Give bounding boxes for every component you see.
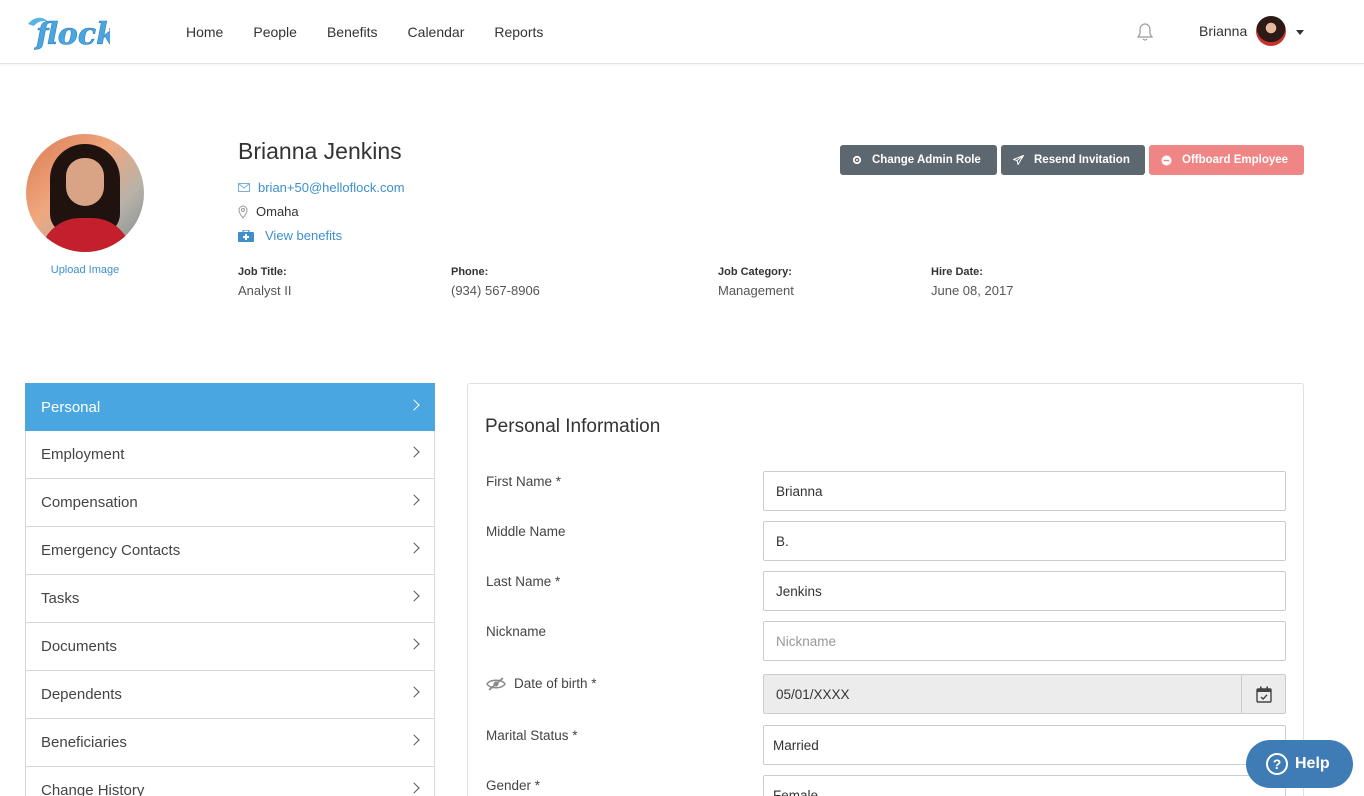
email-line[interactable]: brian+50@helloflock.com (238, 180, 405, 195)
sidebar-item-tasks[interactable]: Tasks (25, 575, 435, 623)
top-navbar: flock Home People Benefits Calendar Repo… (0, 0, 1364, 64)
profile-sidebar: Personal Employment Compensation Emergen… (25, 383, 435, 796)
benefits-line[interactable]: View benefits (238, 228, 342, 243)
last-name-label: Last Name * (486, 574, 561, 589)
question-circle-icon: ? (1266, 753, 1288, 775)
dob-label: Date of birth * (514, 676, 597, 691)
meta-value: (934) 567-8906 (451, 283, 540, 298)
minus-circle-icon (1161, 155, 1172, 165)
location-text: Omaha (256, 204, 299, 219)
sidebar-item-personal[interactable]: Personal (25, 383, 435, 431)
logo-text: flock (34, 17, 110, 52)
user-avatar[interactable] (1256, 16, 1286, 46)
sidebar-item-documents[interactable]: Documents (25, 623, 435, 671)
meta-value: Analyst II (238, 283, 292, 298)
chevron-right-icon (408, 782, 420, 794)
sidebar-item-label: Employment (41, 446, 125, 463)
sidebar-item-label: Personal (41, 398, 101, 416)
chevron-right-icon (408, 686, 420, 698)
sidebar-item-compensation[interactable]: Compensation (25, 479, 435, 527)
personal-information-panel: Personal Information First Name * Middle… (467, 383, 1304, 796)
gender-label: Gender * (486, 778, 541, 793)
chevron-right-icon (408, 446, 420, 458)
nickname-field[interactable] (763, 621, 1286, 661)
gender-select[interactable]: Female (763, 775, 1286, 796)
chevron-right-icon (408, 494, 420, 506)
sidebar-item-beneficiaries[interactable]: Beneficiaries (25, 719, 435, 767)
nav-reports[interactable]: Reports (494, 0, 543, 64)
middle-name-field[interactable] (763, 521, 1286, 561)
sidebar-item-change-history[interactable]: Change History (25, 767, 435, 796)
date-of-birth-field[interactable] (763, 674, 1286, 714)
employee-name: Brianna Jenkins (238, 138, 402, 164)
button-label: Change Admin Role (872, 154, 981, 166)
nickname-label: Nickname (486, 624, 547, 639)
nav-home[interactable]: Home (186, 0, 223, 64)
nav-people[interactable]: People (253, 0, 297, 64)
sidebar-item-label: Change History (41, 782, 145, 796)
chevron-right-icon (408, 542, 420, 554)
first-name-label: First Name * (486, 474, 562, 489)
sidebar-item-label: Documents (41, 638, 117, 655)
profile-avatar (26, 134, 144, 252)
help-button[interactable]: ? Help (1246, 740, 1353, 788)
change-admin-role-button[interactable]: Change Admin Role (840, 145, 997, 175)
chevron-down-icon[interactable] (1296, 30, 1304, 35)
medical-kit-icon (238, 229, 254, 242)
meta-label: Hire Date: (931, 266, 983, 278)
sidebar-item-label: Tasks (41, 590, 80, 607)
meta-value: Management (718, 283, 794, 298)
button-label: Offboard Employee (1182, 154, 1289, 166)
upload-image-link[interactable]: Upload Image (26, 264, 144, 276)
eye-slash-icon[interactable] (486, 676, 506, 691)
nav-benefits[interactable]: Benefits (327, 0, 378, 64)
help-label: Help (1295, 755, 1330, 772)
chevron-right-icon (408, 638, 420, 650)
view-benefits-link[interactable]: View benefits (265, 228, 342, 243)
sidebar-item-label: Compensation (41, 494, 138, 511)
meta-label: Phone: (451, 266, 489, 278)
sidebar-item-employment[interactable]: Employment (25, 431, 435, 479)
first-name-field[interactable] (763, 471, 1286, 511)
sidebar-item-label: Beneficiaries (41, 734, 127, 751)
email-link[interactable]: brian+50@helloflock.com (258, 180, 405, 195)
nav-calendar[interactable]: Calendar (408, 0, 465, 64)
meta-hire-date: Hire Date: June 08, 2017 (931, 266, 1013, 298)
resend-invitation-button[interactable]: Resend Invitation (1001, 145, 1145, 175)
location-line: Omaha (238, 204, 299, 219)
select-value: Married (773, 737, 819, 753)
sidebar-item-emergency-contacts[interactable]: Emergency Contacts (25, 527, 435, 575)
chevron-right-icon (408, 590, 420, 602)
main-nav: Home People Benefits Calendar Reports (186, 0, 573, 64)
panel-title: Personal Information (485, 416, 661, 437)
meta-label: Job Title: (238, 266, 287, 278)
select-value: Female (773, 787, 819, 796)
meta-phone: Phone: (934) 567-8906 (451, 266, 540, 298)
meta-label: Job Category: (718, 266, 792, 278)
user-name[interactable]: Brianna (1199, 23, 1247, 39)
last-name-field[interactable] (763, 571, 1286, 611)
meta-value: June 08, 2017 (931, 283, 1014, 298)
marital-status-select[interactable]: Married (763, 725, 1286, 765)
chevron-right-icon (408, 399, 420, 411)
envelope-icon (238, 183, 250, 192)
button-label: Resend Invitation (1034, 154, 1130, 166)
meta-job-category: Job Category: Management (718, 266, 794, 298)
paper-plane-icon (1013, 155, 1024, 165)
marital-status-label: Marital Status * (486, 728, 578, 743)
calendar-check-icon (1256, 686, 1272, 703)
dob-label-row: Date of birth * (486, 676, 597, 691)
sidebar-item-label: Dependents (41, 686, 122, 703)
gear-icon (852, 155, 862, 165)
meta-job-title: Job Title: Analyst II (238, 266, 291, 298)
bell-icon[interactable] (1136, 22, 1154, 42)
offboard-employee-button[interactable]: Offboard Employee (1149, 145, 1304, 175)
middle-name-label: Middle Name (486, 524, 566, 539)
date-picker-button[interactable] (1241, 674, 1286, 714)
sidebar-item-label: Emergency Contacts (41, 542, 181, 559)
map-pin-icon (238, 205, 248, 219)
chevron-right-icon (408, 734, 420, 746)
flock-logo[interactable]: flock (24, 10, 110, 54)
sidebar-item-dependents[interactable]: Dependents (25, 671, 435, 719)
